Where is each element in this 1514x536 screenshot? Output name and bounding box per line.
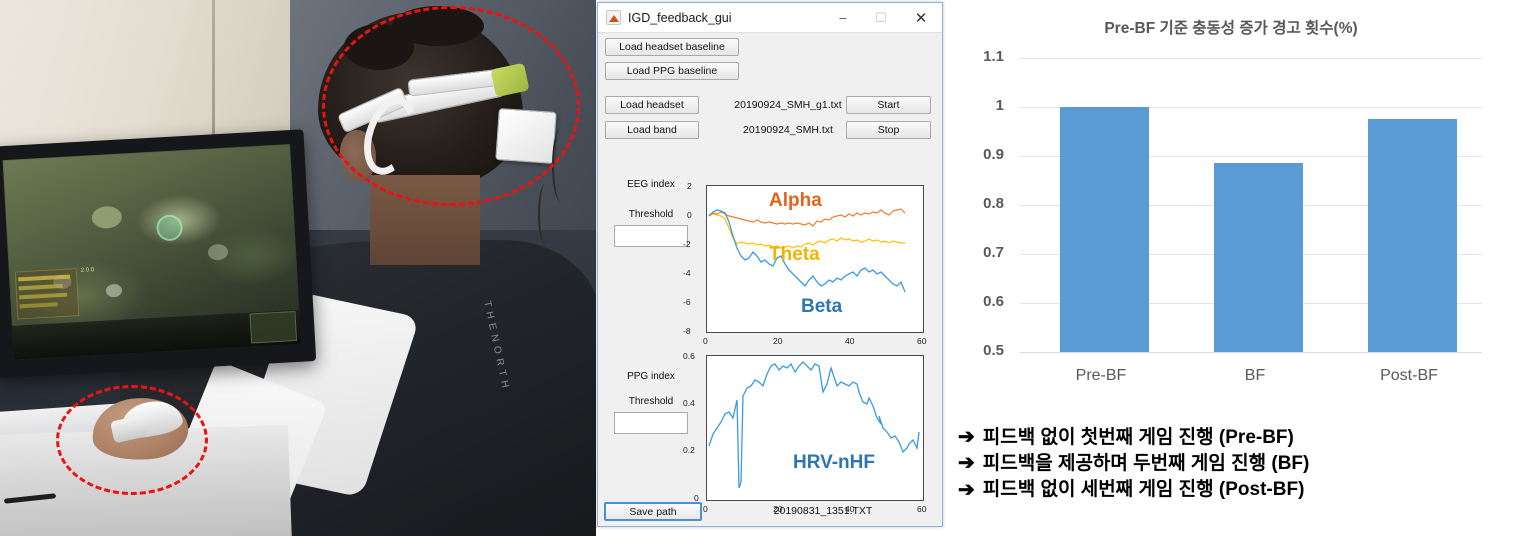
eeg-index-label: EEG index — [627, 179, 675, 190]
ppg-threshold-label: Threshold — [628, 396, 674, 407]
note-text: 피드백을 제공하며 두번째 게임 진행 (BF) — [982, 453, 1310, 475]
ytick-label: 0.9 — [983, 146, 1004, 163]
eeg-ytick: -6 — [683, 297, 691, 307]
eeg-threshold-input[interactable] — [614, 225, 688, 247]
note-line: ➔ 피드백 없이 첫번째 게임 진행 (Pre-BF) — [958, 424, 1514, 450]
note-text: 피드백 없이 첫번째 게임 진행 (Pre-BF) — [982, 426, 1294, 448]
band-file-label: 20190924_SMH.txt — [743, 124, 833, 136]
stop-button[interactable]: Stop — [846, 121, 931, 139]
ytick-label: 0.7 — [983, 244, 1004, 261]
ytick-label: 1 — [995, 97, 1004, 114]
load-headset-button[interactable]: Load headset — [605, 96, 699, 114]
eeg-xtick: 60 — [917, 336, 927, 346]
xtick-label-bf: BF — [1244, 367, 1266, 384]
eeg-ytick: -2 — [683, 239, 691, 249]
ppg-plot-svg — [708, 361, 920, 489]
window-controls: – ☐ ✕ — [824, 3, 942, 33]
game-minimap — [249, 310, 298, 344]
note-text: 피드백 없이 세번째 게임 진행 (Post-BF) — [982, 479, 1305, 501]
gridline — [1020, 58, 1482, 59]
ytick-label: 0.5 — [983, 342, 1004, 359]
eeg-plot: Alpha Theta Beta — [706, 185, 924, 333]
eeg-ytick: 0 — [687, 210, 692, 220]
monitor: 2 0 0 — [0, 129, 317, 379]
bar-chart: Pre-BF 기준 충동성 증가 경고 횟수(%) 1.1 1 0.9 0.8 … — [948, 0, 1514, 420]
screenshot-root: T H E N O R T H 2 0 0 IGD_feedback_gui –… — [0, 0, 1514, 536]
experiment-photo: T H E N O R T H 2 0 0 — [0, 0, 596, 536]
ppg-ytick: 0.6 — [683, 351, 695, 361]
eeg-xtick: 40 — [845, 336, 855, 346]
eeg-ytick: -8 — [683, 326, 691, 336]
gui-title-bar: IGD_feedback_gui – ☐ ✕ — [598, 3, 942, 33]
xtick-label-pre-bf: Pre-BF — [1075, 367, 1127, 384]
note-line: ➔ 피드백을 제공하며 두번째 게임 진행 (BF) — [958, 450, 1514, 476]
save-path-button[interactable]: Save path — [604, 502, 702, 521]
ppg-plot: HRV-nHF — [706, 355, 924, 501]
caption-notes: ➔ 피드백 없이 첫번째 게임 진행 (Pre-BF) ➔ 피드백을 제공하며 … — [958, 424, 1514, 503]
eeg-series-label-alpha: Alpha — [769, 190, 822, 211]
eeg-xtick: 20 — [773, 336, 783, 346]
bar-post-bf[interactable] — [1368, 119, 1457, 352]
game-hud-text: 2 0 0 — [80, 267, 95, 274]
arrow-icon: ➔ — [958, 478, 975, 501]
xtick-label-post-bf: Post-BF — [1380, 367, 1438, 384]
eeg-headset-highlight — [322, 6, 580, 206]
matlab-gui-window: IGD_feedback_gui – ☐ ✕ Load headset base… — [597, 2, 943, 527]
ytick-label: 0.6 — [983, 293, 1004, 310]
load-ppg-baseline-button[interactable]: Load PPG baseline — [605, 62, 739, 80]
note-line: ➔ 피드백 없이 세번째 게임 진행 (Post-BF) — [958, 477, 1514, 503]
ppg-index-label: PPG index — [627, 371, 675, 382]
arrow-icon: ➔ — [958, 426, 975, 448]
matlab-icon — [606, 10, 621, 25]
close-icon[interactable]: ✕ — [900, 3, 942, 33]
eeg-cable — [538, 184, 552, 244]
axis-baseline — [1020, 352, 1482, 353]
ppg-threshold-input[interactable] — [614, 412, 688, 434]
ppg-xtick: 60 — [917, 504, 927, 514]
maximize-icon[interactable]: ☐ — [862, 3, 900, 33]
eeg-ytick: -4 — [683, 268, 691, 278]
load-headset-baseline-button[interactable]: Load headset baseline — [605, 38, 739, 56]
eeg-series-label-theta: Theta — [769, 244, 820, 265]
ytick-label: 1.1 — [983, 48, 1004, 65]
ytick-label: 0.8 — [983, 195, 1004, 212]
chart-title: Pre-BF 기준 충동성 증가 경고 횟수(%) — [1104, 20, 1358, 37]
bar-pre-bf[interactable] — [1060, 107, 1149, 352]
chart-plot-area — [1020, 58, 1482, 353]
ppg-xtick: 0 — [703, 504, 708, 514]
load-band-button[interactable]: Load band — [605, 121, 699, 139]
ppg-ytick: 0.4 — [683, 398, 695, 408]
monitor-screen: 2 0 0 — [2, 144, 302, 360]
ppg-ytick: 0.2 — [683, 445, 695, 455]
bar-bf[interactable] — [1214, 163, 1303, 352]
eeg-series-label-beta: Beta — [801, 296, 843, 317]
eeg-ytick: 2 — [687, 181, 692, 191]
arrow-icon: ➔ — [958, 452, 975, 475]
eeg-threshold-label: Threshold — [628, 209, 674, 220]
ppg-series-label-hrv: HRV-nHF — [793, 452, 875, 473]
gui-title-text: IGD_feedback_gui — [628, 10, 732, 25]
start-button[interactable]: Start — [846, 96, 931, 114]
ppg-sensor-highlight — [56, 385, 208, 495]
save-file-label: 20190831_1351.TXT — [773, 505, 873, 517]
eeg-xtick: 0 — [703, 336, 708, 346]
gui-body: Load headset baseline Load PPG baseline … — [598, 33, 942, 527]
headset-file-label: 20190924_SMH_g1.txt — [734, 99, 842, 111]
minimize-icon[interactable]: – — [824, 3, 862, 33]
